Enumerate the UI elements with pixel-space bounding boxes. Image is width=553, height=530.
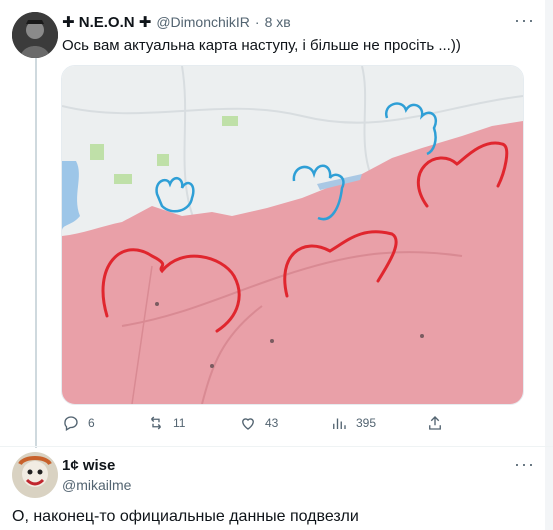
handle[interactable]: @mikailme [62,477,131,493]
display-name[interactable]: 1¢ wise [62,457,131,474]
tweet-header: ✚ N.E.O.N ✚ @DimonchikIR · 8 хв [62,13,291,31]
reply-count: 6 [88,416,95,430]
display-name[interactable]: ✚ N.E.O.N ✚ [62,13,151,31]
tweet-divider [0,446,553,447]
like-count: 43 [265,416,279,430]
timestamp[interactable]: 8 хв [265,14,291,30]
dot-separator: · [254,14,260,30]
view-count: 395 [356,416,377,430]
views-button[interactable]: 395 [330,414,376,432]
avatar[interactable] [12,452,58,498]
heart-icon [242,418,254,430]
more-options-icon[interactable]: ··· [514,454,535,475]
thread-connector [35,56,37,448]
tweet-text: О, наконец-то официальные данные подвезл… [12,508,359,525]
avatar-image [12,452,58,498]
scrollbar-track[interactable] [545,0,553,530]
map-drawing [62,66,523,404]
reply-button[interactable]: 6 [62,414,95,432]
handle[interactable]: @DimonchikIR [156,14,250,30]
retweet-button[interactable]: 11 [147,414,185,432]
reply-icon [64,416,78,431]
tweet-text: Ось вам актуальна карта наступу, і більш… [62,37,461,54]
share-button[interactable] [426,414,444,432]
retweet-icon [151,416,161,430]
like-button[interactable]: 43 [239,414,278,432]
tweet2-header: 1¢ wise @mikailme [62,457,131,493]
avatar-image [12,12,58,58]
more-options-icon[interactable]: ··· [514,10,535,31]
avatar[interactable] [12,12,58,58]
views-icon [333,418,346,429]
share-icon [429,416,441,430]
tweet-map-image[interactable] [61,65,524,405]
retweet-count: 11 [173,416,186,430]
